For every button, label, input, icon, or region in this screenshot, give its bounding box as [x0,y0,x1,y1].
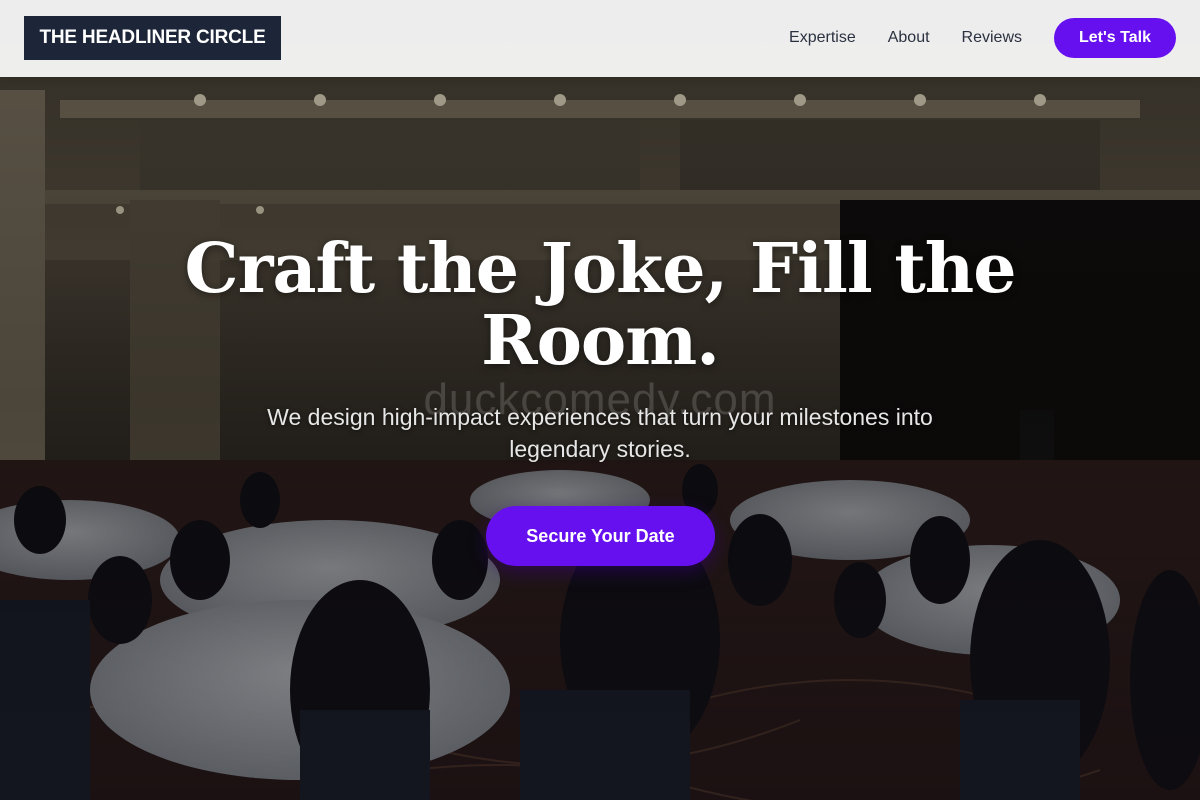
lets-talk-button[interactable]: Let's Talk [1054,18,1176,58]
nav-link-expertise[interactable]: Expertise [789,18,856,58]
site-header: THE HEADLINER CIRCLE Expertise About Rev… [0,0,1200,77]
main-nav: Expertise About Reviews Let's Talk [789,18,1176,58]
secure-your-date-button[interactable]: Secure Your Date [486,506,715,566]
brand-logo[interactable]: THE HEADLINER CIRCLE [24,16,281,60]
hero-title: Craft the Joke, Fill the Room. [184,229,1017,381]
nav-link-about[interactable]: About [888,18,930,58]
nav-link-reviews[interactable]: Reviews [962,18,1022,58]
hero-subtitle: We design high-impact experiences that t… [267,404,933,462]
hero-section: Craft the Joke, Fill the Room. duckcomed… [0,77,1200,800]
